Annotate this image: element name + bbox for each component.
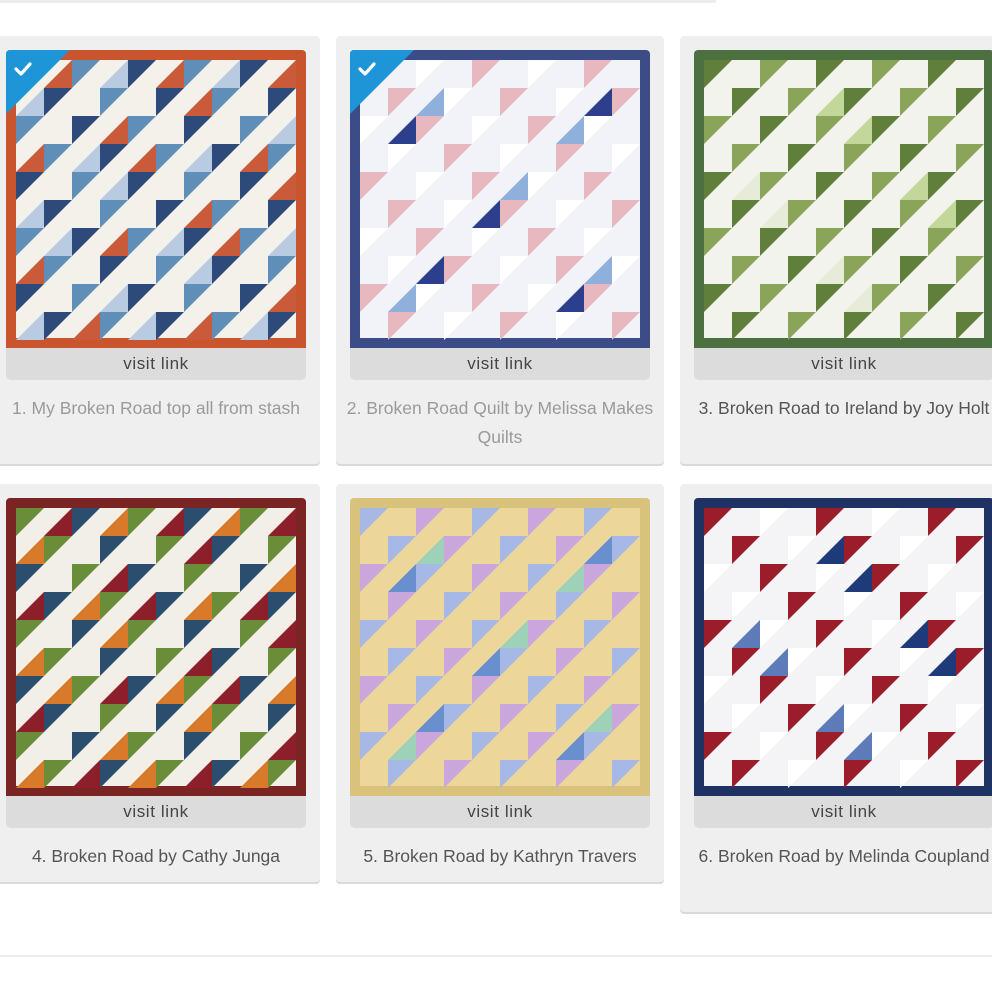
top-divider xyxy=(0,0,716,3)
checkmark-badge xyxy=(6,50,70,114)
gallery-card: visit link 5. Broken Road by Kathryn Tra… xyxy=(336,484,664,882)
visit-link-button[interactable]: visit link xyxy=(6,796,306,828)
card-caption[interactable]: 6. Broken Road by Melinda Coupland xyxy=(690,842,992,871)
quilt-photo-5-graphic xyxy=(350,498,650,796)
card-caption[interactable]: 5. Broken Road by Kathryn Travers xyxy=(346,842,654,871)
bottom-divider xyxy=(0,955,992,957)
visit-link-button[interactable]: visit link xyxy=(694,796,992,828)
visit-link-button[interactable]: visit link xyxy=(6,348,306,380)
gallery-card: visit link 4. Broken Road by Cathy Junga xyxy=(0,484,320,882)
card-caption[interactable]: 1. My Broken Road top all from stash xyxy=(2,394,310,423)
visit-link-button[interactable]: visit link xyxy=(694,348,992,380)
check-icon xyxy=(358,62,376,76)
quilt-photo-6[interactable] xyxy=(694,498,992,796)
quilt-photo-2[interactable] xyxy=(350,50,650,348)
card-caption[interactable]: 4. Broken Road by Cathy Junga xyxy=(2,842,310,871)
visit-link-button[interactable]: visit link xyxy=(350,348,650,380)
quilt-photo-1[interactable] xyxy=(6,50,306,348)
quilt-photo-3-graphic xyxy=(694,50,992,348)
gallery-card: visit link 3. Broken Road to Ireland by … xyxy=(680,36,992,464)
checkmark-badge xyxy=(350,50,414,114)
quilt-photo-6-graphic xyxy=(694,498,992,796)
gallery-card: visit link 6. Broken Road by Melinda Cou… xyxy=(680,484,992,912)
check-icon xyxy=(14,62,32,76)
quilt-photo-5[interactable] xyxy=(350,498,650,796)
quilt-photo-4-graphic xyxy=(6,498,306,796)
gallery-card: visit link 1. My Broken Road top all fro… xyxy=(0,36,320,464)
card-caption[interactable]: 3. Broken Road to Ireland by Joy Holt xyxy=(690,394,992,423)
quilt-photo-4[interactable] xyxy=(6,498,306,796)
gallery-card: visit link 2. Broken Road Quilt by Melis… xyxy=(336,36,664,464)
visit-link-button[interactable]: visit link xyxy=(350,796,650,828)
card-caption[interactable]: 2. Broken Road Quilt by Melissa Makes Qu… xyxy=(346,394,654,452)
quilt-photo-3[interactable] xyxy=(694,50,992,348)
